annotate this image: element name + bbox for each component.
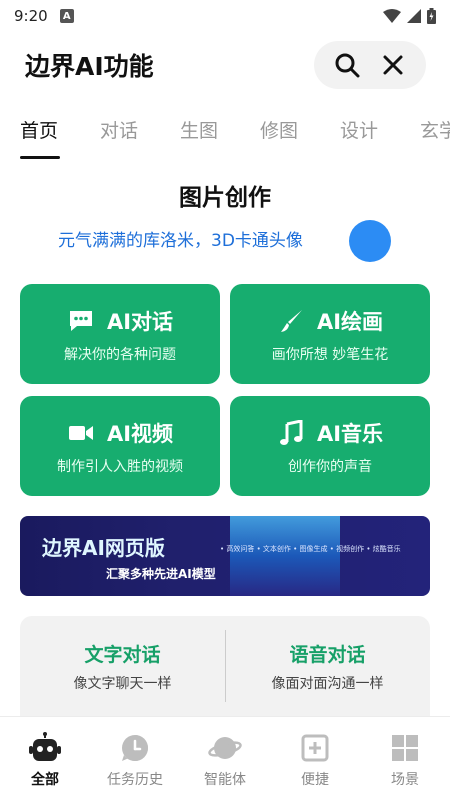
tab-photo-edit[interactable]: 修图: [260, 116, 298, 143]
nav-scenes[interactable]: 场景: [360, 731, 450, 789]
floating-action-dot[interactable]: [349, 220, 391, 262]
tab-mystic[interactable]: 玄学: [420, 116, 450, 143]
ai-video-card[interactable]: AI视频 制作引人入胜的视频: [20, 396, 220, 496]
banner-city-graphic: [230, 516, 340, 596]
tab-home[interactable]: 首页: [20, 116, 58, 143]
status-icons: [383, 8, 436, 24]
robot-icon: [28, 731, 62, 765]
web-version-banner[interactable]: 边界AI网页版 • 高效问答 • 文本创作 • 图像生成 • 视频创作 • 炫酷…: [20, 516, 430, 596]
music-note-icon: [277, 420, 305, 446]
bottom-nav: 全部 任务历史 智能体 便捷 场景: [0, 716, 450, 800]
nav-shortcuts[interactable]: 便捷: [270, 731, 360, 789]
card-title: AI音乐: [316, 422, 384, 446]
voice-chat-option[interactable]: 语音对话 像面对面沟通一样: [225, 640, 430, 693]
chat-bubble-icon: [67, 308, 95, 334]
section-title: 图片创作: [179, 185, 271, 211]
nav-label: 便捷: [301, 772, 329, 788]
cell-signal-icon: [407, 9, 421, 23]
nav-label: 智能体: [204, 772, 246, 788]
plus-square-icon: [298, 731, 332, 765]
status-time: 9:20: [14, 7, 48, 25]
search-icon: [335, 53, 360, 78]
nav-label: 任务历史: [107, 772, 163, 788]
card-title: AI视频: [106, 422, 174, 446]
banner-tags: • 高效问答 • 文本创作 • 图像生成 • 视频创作 • 炫酷音乐: [220, 545, 401, 553]
notification-icon: A: [59, 9, 74, 23]
option-title: 文字对话: [84, 644, 161, 666]
page-title: 边界AI功能: [25, 52, 154, 81]
card-subtitle: 解决你的各种问题: [64, 347, 176, 363]
wifi-icon: [383, 9, 401, 23]
ai-music-card[interactable]: AI音乐 创作你的声音: [230, 396, 430, 496]
search-button[interactable]: [329, 47, 365, 83]
header-actions: [314, 41, 426, 89]
planet-icon: [208, 731, 242, 765]
banner-subtitle: 汇聚多种先进AI模型: [106, 567, 216, 581]
tab-image-gen[interactable]: 生图: [180, 116, 218, 143]
close-button[interactable]: [375, 47, 411, 83]
close-icon: [383, 55, 403, 75]
nav-label: 全部: [31, 772, 59, 788]
nav-agents[interactable]: 智能体: [180, 731, 270, 789]
text-chat-option[interactable]: 文字对话 像文字聊天一样: [20, 640, 225, 693]
card-head: AI视频: [20, 418, 220, 448]
nav-all[interactable]: 全部: [0, 731, 90, 789]
nav-label: 场景: [391, 772, 419, 788]
video-camera-icon: [67, 420, 95, 446]
active-tab-indicator: [20, 156, 60, 159]
card-subtitle: 创作你的声音: [288, 459, 372, 475]
promo-link[interactable]: 元气满满的库洛米，3D卡通头像: [58, 226, 303, 251]
banner-title: 边界AI网页版: [42, 536, 165, 560]
status-bar: 9:20 A: [0, 0, 450, 32]
ai-painting-card[interactable]: AI绘画 画你所想 妙笔生花: [230, 284, 430, 384]
tab-design[interactable]: 设计: [340, 116, 378, 143]
option-subtitle: 像文字聊天一样: [73, 676, 172, 692]
card-title: AI绘画: [316, 310, 384, 334]
app-header: 边界AI功能: [0, 34, 450, 96]
battery-icon: [427, 8, 436, 24]
clock-icon: [118, 731, 152, 765]
option-subtitle: 像面对面沟通一样: [271, 676, 384, 692]
card-head: AI音乐: [230, 418, 430, 448]
ai-chat-card[interactable]: AI对话 解决你的各种问题: [20, 284, 220, 384]
card-title: AI对话: [106, 310, 174, 334]
grid-icon: [388, 731, 422, 765]
tab-chat[interactable]: 对话: [100, 116, 138, 143]
nav-task-history[interactable]: 任务历史: [90, 731, 180, 789]
card-subtitle: 制作引人入胜的视频: [57, 459, 183, 475]
brush-icon: [277, 308, 305, 334]
card-subtitle: 画你所想 妙笔生花: [271, 347, 389, 363]
card-head: AI对话: [20, 306, 220, 336]
option-title: 语音对话: [289, 644, 366, 666]
category-tabs: 首页 对话 生图 修图 设计 玄学: [0, 110, 450, 160]
card-head: AI绘画: [230, 306, 430, 336]
